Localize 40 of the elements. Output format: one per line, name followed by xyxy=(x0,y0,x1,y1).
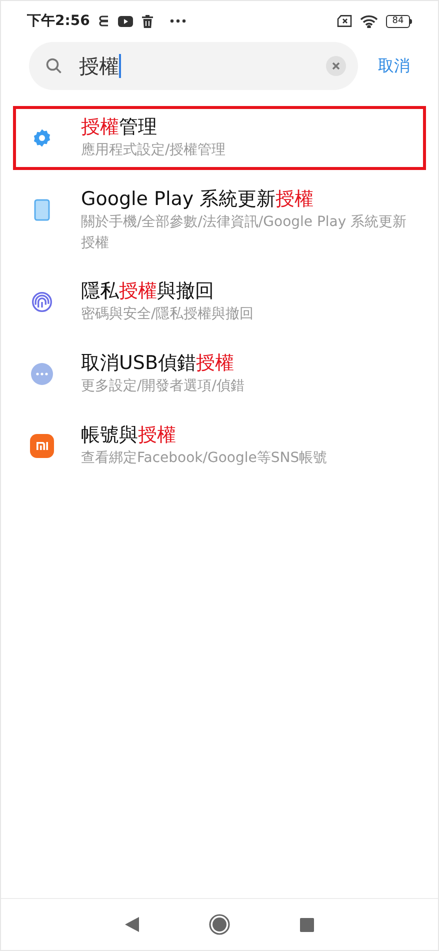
home-button[interactable] xyxy=(209,914,230,935)
search-result[interactable]: Google Play 系統更新授權 關於手機/全部參數/法律資訊/Google Play 系統更新授權 xyxy=(13,178,426,262)
back-icon xyxy=(125,917,139,932)
fingerprint-icon xyxy=(31,291,53,313)
play-icon xyxy=(118,16,133,26)
result-path: 更多設定/開發者選項/偵錯 xyxy=(81,377,244,396)
wifi-icon xyxy=(360,14,378,28)
result-title: 授權管理 xyxy=(81,115,158,140)
search-result[interactable]: 授權管理 應用程式設定/授權管理 xyxy=(13,106,426,170)
result-path: 密碼與安全/隱私授權與撤回 xyxy=(81,305,254,324)
result-title: 隱私授權與撤回 xyxy=(81,279,215,304)
cancel-button[interactable]: 取消 xyxy=(378,54,410,78)
back-button[interactable] xyxy=(125,917,139,932)
search-query: 授權 xyxy=(79,53,119,80)
result-path: 關於手機/全部參數/法律資訊/Google Play 系統更新授權 xyxy=(81,213,408,253)
search-field[interactable]: 授權 xyxy=(29,42,358,90)
close-icon xyxy=(332,62,340,70)
app-logo-icon xyxy=(30,434,54,458)
home-icon xyxy=(209,914,230,935)
result-title: 帳號與授權 xyxy=(81,423,177,448)
search-result[interactable]: 取消USB偵錯授權 更多設定/開發者選項/偵錯 xyxy=(13,342,426,406)
search-result[interactable]: 帳號與授權 查看綁定Facebook/Google等SNS帳號 xyxy=(13,414,426,478)
battery-level: 84 xyxy=(392,16,404,26)
square-icon xyxy=(300,918,314,932)
notification-icon xyxy=(98,15,109,27)
result-title: Google Play 系統更新授權 xyxy=(81,187,315,212)
clock-time: 下午2:56 xyxy=(27,12,90,30)
more-icon xyxy=(31,363,53,385)
recents-button[interactable] xyxy=(300,918,314,932)
search-result[interactable]: 隱私授權與撤回 密碼與安全/隱私授權與撤回 xyxy=(13,270,426,334)
phone-icon xyxy=(34,199,50,221)
result-path: 查看綁定Facebook/Google等SNS帳號 xyxy=(81,449,328,468)
clear-button[interactable] xyxy=(326,56,346,76)
result-path: 應用程式設定/授權管理 xyxy=(81,141,226,160)
search-icon xyxy=(45,57,63,75)
no-sim-icon xyxy=(337,15,352,27)
more-icon xyxy=(170,19,186,23)
trash-icon xyxy=(142,14,153,28)
gear-icon xyxy=(32,128,52,148)
result-title: 取消USB偵錯授權 xyxy=(81,351,236,376)
